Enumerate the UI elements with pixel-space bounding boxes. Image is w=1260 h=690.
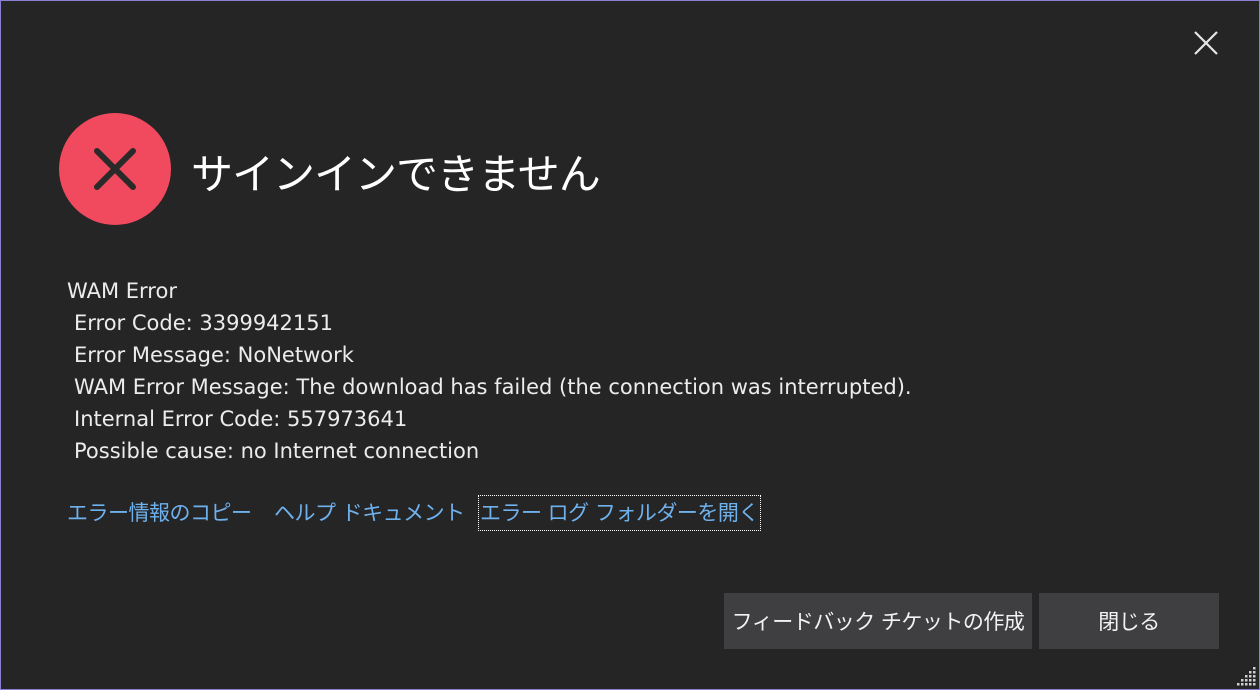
resize-grip-icon[interactable] xyxy=(1235,665,1257,687)
error-detail-line: WAM Error Message: The download has fail… xyxy=(74,375,912,399)
error-details: WAM Error Error Code: 3399942151 Error M… xyxy=(67,275,912,467)
copy-error-info-link[interactable]: エラー情報のコピー xyxy=(67,497,252,529)
close-dialog-button[interactable]: 閉じる xyxy=(1039,593,1219,649)
error-icon xyxy=(59,113,171,225)
error-detail-line: Error Code: 3399942151 xyxy=(74,311,333,335)
open-error-log-folder-link[interactable]: エラー ログ フォルダーを開く xyxy=(478,495,761,531)
dialog-title: サインインできません xyxy=(191,150,601,199)
error-detail-line: WAM Error xyxy=(67,279,177,303)
help-docs-link[interactable]: ヘルプ ドキュメント xyxy=(274,497,465,529)
error-x-icon xyxy=(94,148,136,190)
close-icon xyxy=(1194,31,1218,55)
sign-in-error-dialog: サインインできません WAM Error Error Code: 3399942… xyxy=(0,0,1260,690)
close-button[interactable] xyxy=(1186,23,1226,63)
create-feedback-ticket-button[interactable]: フィードバック チケットの作成 xyxy=(724,593,1032,649)
error-detail-line: Error Message: NoNetwork xyxy=(74,343,354,367)
error-detail-line: Possible cause: no Internet connection xyxy=(74,439,480,463)
error-detail-line: Internal Error Code: 557973641 xyxy=(74,407,408,431)
